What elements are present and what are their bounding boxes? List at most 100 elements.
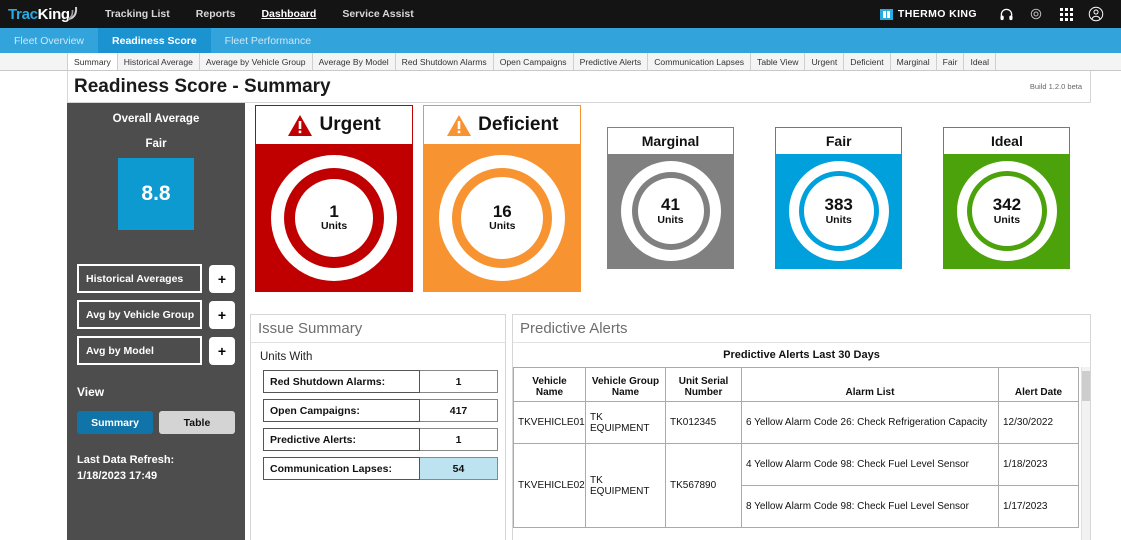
predictive-alerts-table-wrap: Vehicle Name Vehicle Group Name Unit Ser… — [513, 367, 1090, 540]
card-wrap-urgent: Urgent 1 Units — [250, 105, 418, 306]
status-card-urgent[interactable]: Urgent 1 Units — [255, 105, 413, 292]
nav-item-dashboard[interactable]: Dashboard — [248, 0, 329, 28]
tracking-logo[interactable]: Trac King — [8, 6, 76, 23]
nav-item-tracking-list[interactable]: Tracking List — [92, 0, 183, 28]
gear-icon[interactable] — [1021, 0, 1051, 28]
status-card-fair[interactable]: Fair 383 Units — [775, 127, 902, 269]
tab-fleet-performance[interactable]: Fleet Performance — [211, 28, 325, 53]
page-title-bar: Readiness Score - Summary Build 1.2.0 be… — [67, 71, 1091, 103]
card-body-ideal: 342 Units — [944, 154, 1069, 268]
cell-unit-serial-number: TK012345 — [666, 402, 742, 444]
scrollbar-thumb[interactable] — [1082, 371, 1090, 401]
status-card-ideal[interactable]: Ideal 342 Units — [943, 127, 1070, 269]
warning-triangle-icon — [287, 114, 313, 137]
sidebar-item-avg-by-vehicle-group[interactable]: Avg by Vehicle Group — [77, 300, 202, 329]
metric-label-predictive-alerts: Predictive Alerts: — [263, 428, 420, 451]
table-vertical-scrollbar[interactable] — [1081, 367, 1090, 540]
sidebar-item-avg-by-model[interactable]: Avg by Model — [77, 336, 202, 365]
expand-avg-by-vehicle-group-icon[interactable]: + — [209, 301, 235, 329]
sub-tab-bar: Summary Historical Average Average by Ve… — [0, 53, 1121, 71]
logo-text-king: King — [38, 6, 70, 23]
page-content: Readiness Score - Summary Build 1.2.0 be… — [0, 71, 1121, 540]
cell-unit-serial-number: TK567890 — [666, 444, 742, 528]
view-button-summary[interactable]: Summary — [77, 411, 153, 434]
tab-fleet-overview[interactable]: Fleet Overview — [0, 28, 98, 53]
view-section-label: View — [77, 385, 235, 399]
metric-value-communication-lapses: 54 — [420, 457, 498, 480]
table-row[interactable]: TKVEHICLE01 TK EQUIPMENT TK012345 6 Yell… — [514, 402, 1079, 444]
expand-historical-averages-icon[interactable]: + — [209, 265, 235, 293]
metric-value-red-shutdown-alarms: 1 — [420, 370, 498, 393]
card-header-fair: Fair — [776, 128, 901, 154]
predictive-alerts-panel: Predictive Alerts Predictive Alerts Last… — [512, 314, 1091, 540]
apps-grid-icon[interactable] — [1051, 0, 1081, 28]
subtab-communication-lapses[interactable]: Communication Lapses — [648, 53, 751, 70]
subtab-predictive-alerts[interactable]: Predictive Alerts — [574, 53, 649, 70]
metric-row-red-shutdown-alarms[interactable]: Red Shutdown Alarms: 1 — [263, 370, 498, 393]
nav-item-service-assist[interactable]: Service Assist — [329, 0, 426, 28]
warning-triangle-icon — [446, 114, 472, 137]
column-header-alarm-list[interactable]: Alarm List — [742, 368, 999, 402]
subtab-fair[interactable]: Fair — [937, 53, 965, 70]
subtab-open-campaigns[interactable]: Open Campaigns — [494, 53, 574, 70]
subtab-deficient[interactable]: Deficient — [844, 53, 890, 70]
thermo-king-logo: THERMO KING — [880, 8, 977, 20]
card-body-fair: 383 Units — [776, 154, 901, 268]
column-header-alert-date[interactable]: Alert Date — [999, 368, 1079, 402]
column-header-vehicle-group-name[interactable]: Vehicle Group Name — [586, 368, 666, 402]
overall-score-value: 8.8 — [118, 158, 194, 230]
card-value-urgent: 1 — [329, 203, 338, 221]
issue-summary-heading: Issue Summary — [251, 315, 505, 343]
card-units-deficient: Units — [489, 220, 515, 232]
thermo-king-mark-icon — [880, 9, 893, 20]
subtab-marginal[interactable]: Marginal — [891, 53, 937, 70]
donut-ideal: 342 Units — [957, 161, 1057, 261]
subtab-average-by-model[interactable]: Average By Model — [313, 53, 396, 70]
top-right-actions: THERMO KING — [880, 0, 1111, 28]
view-button-table[interactable]: Table — [159, 411, 235, 434]
table-row[interactable]: TKVEHICLE02 TK EQUIPMENT TK567890 4 Yell… — [514, 444, 1079, 486]
column-header-unit-serial-number[interactable]: Unit Serial Number — [666, 368, 742, 402]
status-card-deficient[interactable]: Deficient 16 Units — [423, 105, 581, 292]
subtab-ideal[interactable]: Ideal — [964, 53, 996, 70]
sidebar-expandable-sections: Historical Averages + Avg by Vehicle Gro… — [77, 264, 235, 365]
card-body-marginal: 41 Units — [608, 154, 733, 268]
card-title-urgent: Urgent — [319, 114, 380, 136]
subtab-historical-average[interactable]: Historical Average — [118, 53, 200, 70]
sidebar-row-avg-by-vehicle-group: Avg by Vehicle Group + — [77, 300, 235, 329]
left-sidebar: Overall Average Fair 8.8 Historical Aver… — [67, 103, 245, 540]
metric-row-open-campaigns[interactable]: Open Campaigns: 417 — [263, 399, 498, 422]
subtab-summary[interactable]: Summary — [67, 53, 118, 70]
cell-alarm-list: 8 Yellow Alarm Code 98: Check Fuel Level… — [742, 486, 999, 528]
card-units-fair: Units — [826, 214, 852, 226]
issue-summary-body: Units With Red Shutdown Alarms: 1 Open C… — [251, 343, 505, 540]
card-title-marginal: Marginal — [642, 133, 700, 149]
build-version-label: Build 1.2.0 beta — [1030, 82, 1082, 91]
card-value-marginal: 41 — [661, 196, 680, 214]
lower-panels: Issue Summary Units With Red Shutdown Al… — [250, 306, 1091, 540]
subtab-red-shutdown-alarms[interactable]: Red Shutdown Alarms — [396, 53, 494, 70]
metric-label-open-campaigns: Open Campaigns: — [263, 399, 420, 422]
cell-vehicle-name: TKVEHICLE02 — [514, 444, 586, 528]
card-wrap-ideal: Ideal 342 Units — [923, 105, 1091, 306]
column-header-vehicle-name[interactable]: Vehicle Name — [514, 368, 586, 402]
metric-row-predictive-alerts[interactable]: Predictive Alerts: 1 — [263, 428, 498, 451]
metric-row-communication-lapses[interactable]: Communication Lapses: 54 — [263, 457, 498, 480]
card-units-ideal: Units — [994, 214, 1020, 226]
headset-icon[interactable] — [991, 0, 1021, 28]
user-account-icon[interactable] — [1081, 0, 1111, 28]
nav-item-reports[interactable]: Reports — [183, 0, 249, 28]
status-card-marginal[interactable]: Marginal 41 Units — [607, 127, 734, 269]
main-panel: Urgent 1 Units — [245, 103, 1091, 540]
sidebar-item-historical-averages[interactable]: Historical Averages — [77, 264, 202, 293]
section-tab-bar: Fleet Overview Readiness Score Fleet Per… — [0, 28, 1121, 53]
metric-label-communication-lapses: Communication Lapses: — [263, 457, 420, 480]
subtab-table-view[interactable]: Table View — [751, 53, 805, 70]
subtab-average-by-vehicle-group[interactable]: Average by Vehicle Group — [200, 53, 313, 70]
tab-readiness-score[interactable]: Readiness Score — [98, 28, 211, 53]
cell-alert-date: 12/30/2022 — [999, 402, 1079, 444]
card-value-fair: 383 — [825, 196, 853, 214]
expand-avg-by-model-icon[interactable]: + — [209, 337, 235, 365]
card-value-ideal: 342 — [993, 196, 1021, 214]
subtab-urgent[interactable]: Urgent — [805, 53, 844, 70]
